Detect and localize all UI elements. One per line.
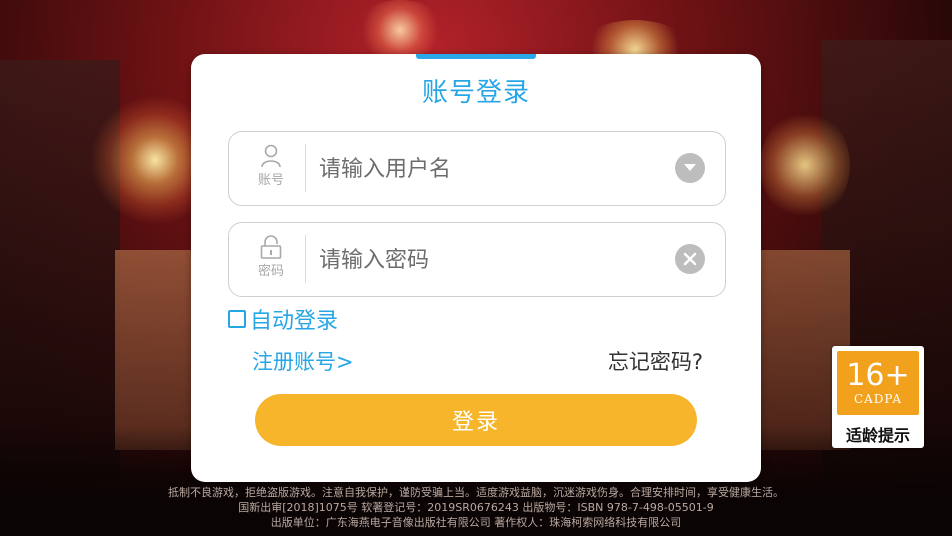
login-button[interactable]: 登录 (255, 394, 697, 446)
lock-icon: 密码 (243, 235, 299, 285)
age-rating-org: CADPA (853, 392, 903, 406)
auto-login-label: 自动登录 (250, 309, 339, 334)
age-rating-badge: 16+ CADPA 适龄提示 (832, 346, 924, 448)
footer-line-2: 国新出审[2018]1075号 软著登记号：2019SR0676243 出版物号… (238, 501, 714, 514)
user-icon: 账号 (243, 144, 299, 194)
legal-footer: 抵制不良游戏，拒绝盗版游戏。注意自我保护，谨防受骗上当。适度游戏益脑，沉迷游戏伤… (0, 485, 952, 530)
password-input[interactable] (317, 237, 661, 283)
username-icon-label: 账号 (257, 173, 284, 188)
password-icon-label: 密码 (257, 264, 284, 279)
username-input[interactable] (317, 146, 661, 192)
card-accent-bar (416, 54, 536, 59)
firework-top-center (355, 0, 445, 60)
username-field[interactable]: 账号 (228, 131, 726, 206)
auto-login-checkbox[interactable] (228, 310, 246, 328)
field-divider (305, 235, 306, 283)
clear-icon[interactable] (675, 244, 705, 274)
footer-line-1: 抵制不良游戏，拒绝盗版游戏。注意自我保护，谨防受骗上当。适度游戏益脑，沉迷游戏伤… (168, 486, 784, 499)
login-card: 账号登录 账号 密码 (191, 54, 761, 482)
auto-login-toggle[interactable]: 自动登录 (228, 306, 339, 334)
footer-line-3: 出版单位：广东海燕电子音像出版社有限公司 著作权人：珠海柯索网络科技有限公司 (270, 516, 682, 529)
register-link[interactable]: 注册账号> (252, 346, 354, 376)
forgot-password-link[interactable]: 忘记密码? (608, 346, 703, 376)
password-field[interactable]: 密码 (228, 222, 726, 297)
dropdown-icon[interactable] (675, 153, 705, 183)
age-rating-number: 16+ (846, 358, 910, 393)
firework-right (760, 110, 850, 220)
login-title: 账号登录 (421, 78, 530, 108)
age-rating-box: 16+ CADPA (837, 351, 919, 415)
age-rating-text: 适龄提示 (845, 426, 910, 445)
field-divider (305, 144, 306, 192)
